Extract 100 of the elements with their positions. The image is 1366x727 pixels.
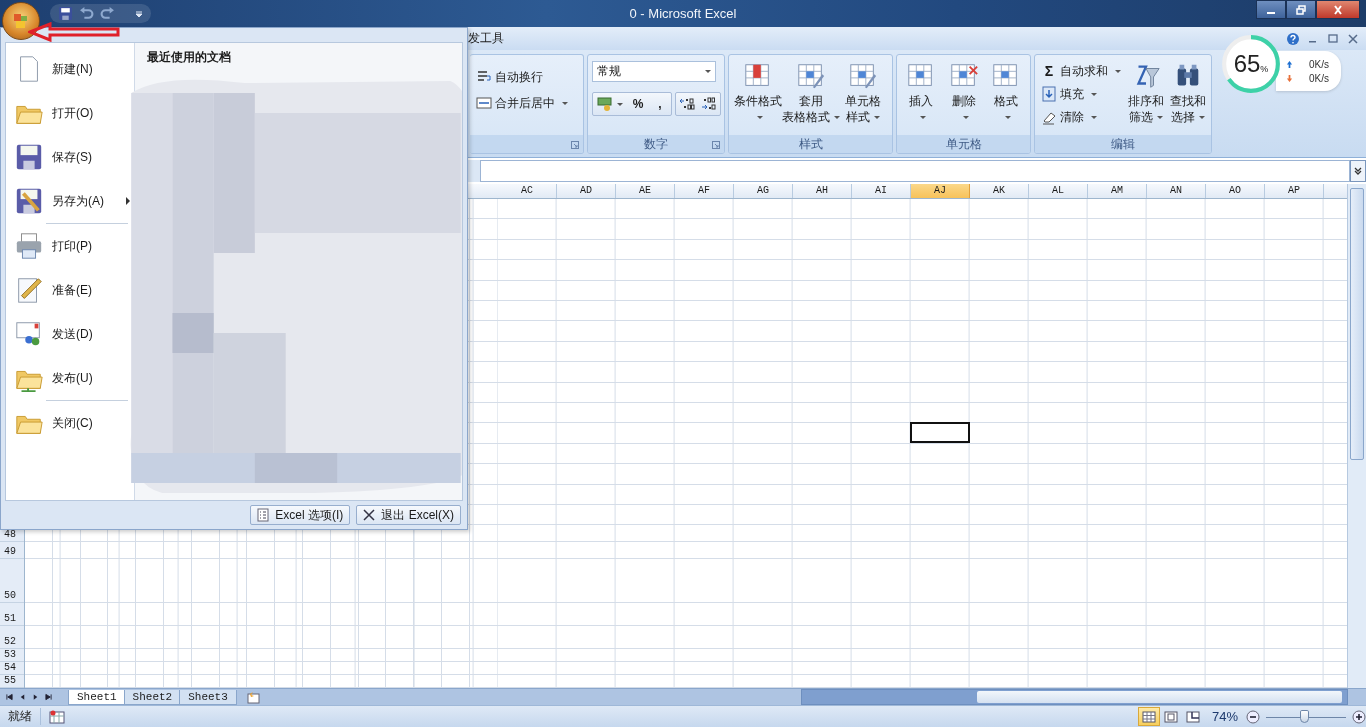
insert-sheet-icon[interactable]	[244, 690, 261, 704]
customize-caret-icon[interactable]	[135, 9, 143, 18]
horizontal-scrollbar[interactable]	[800, 689, 1348, 705]
redo-icon	[100, 6, 115, 21]
ribbon-button[interactable]: 排序和 筛选	[1126, 61, 1165, 125]
row-header[interactable]: 48	[4, 529, 16, 542]
dialog-launcher-icon[interactable]	[571, 141, 579, 149]
next-sheet-icon[interactable]	[32, 693, 39, 701]
ribbon-button[interactable]: 单元格 样式	[838, 61, 888, 125]
upload-arrow-icon	[1286, 59, 1293, 69]
page-view-icon	[1141, 710, 1156, 723]
restore-icon	[1295, 4, 1307, 15]
row-header[interactable]: 54	[4, 662, 16, 675]
formula-field[interactable]	[480, 160, 1350, 182]
column-header[interactable]: AH	[792, 184, 852, 198]
column-header[interactable]: AI	[851, 184, 911, 198]
ribbon-button[interactable]: 填充	[1039, 84, 1123, 104]
list-icon	[257, 508, 270, 522]
ribbon-tab[interactable]: 发工具	[464, 28, 508, 49]
undo-icon	[79, 6, 94, 21]
column-header[interactable]: AK	[969, 184, 1029, 198]
group-label: 编辑	[1111, 135, 1135, 153]
ribbon-button[interactable]: 清除	[1039, 107, 1123, 127]
restore-button[interactable]	[1286, 0, 1316, 19]
row-header[interactable]: 55	[4, 675, 16, 688]
upload-speed: 0K/s	[1309, 58, 1329, 70]
row-header[interactable]: 51	[4, 613, 16, 626]
menu-item[interactable]: 发送(D)	[6, 312, 134, 356]
sheet-tab[interactable]: Sheet2	[123, 689, 182, 705]
help-icon[interactable]	[1286, 31, 1300, 46]
column-header[interactable]: AO	[1205, 184, 1265, 198]
column-header[interactable]: AC	[497, 184, 557, 198]
percent-unit: %	[1260, 64, 1269, 74]
row-header[interactable]: 53	[4, 649, 16, 662]
ribbon-button[interactable]: 自动换行	[474, 67, 570, 87]
dialog-launcher-icon[interactable]	[712, 141, 720, 149]
restore-icon[interactable]	[1326, 31, 1340, 46]
close-icon	[1332, 4, 1344, 15]
column-header[interactable]: AM	[1087, 184, 1147, 198]
double-chevron-icon	[1353, 166, 1363, 176]
x-icon	[363, 508, 376, 522]
vertical-scrollbar[interactable]	[1347, 184, 1366, 688]
group-label: 样式	[798, 135, 823, 153]
zoom-slider[interactable]	[1266, 709, 1346, 724]
usage-percent: 65	[1233, 50, 1261, 78]
page-view-icon	[1163, 710, 1178, 723]
excel-options-button[interactable]: Excel 选项(I)	[250, 505, 351, 525]
last-sheet-icon[interactable]	[45, 693, 52, 701]
column-header[interactable]: AG	[733, 184, 793, 198]
ribbon-button[interactable]: 插入	[901, 61, 941, 125]
active-cell[interactable]	[909, 422, 970, 444]
zoom-in-icon[interactable]	[1352, 709, 1366, 724]
column-header[interactable]: AJ	[910, 184, 970, 198]
exit-button[interactable]: 退出 Excel(X)	[356, 505, 461, 525]
previous-sheet-icon[interactable]	[19, 693, 26, 701]
ribbon-button[interactable]: 条件格式	[733, 61, 783, 125]
save-icon[interactable]	[58, 6, 73, 21]
macro-record-icon[interactable]	[49, 709, 65, 724]
zoom-level[interactable]: 74%	[1211, 709, 1238, 724]
group-label: 单元格	[945, 135, 982, 153]
first-sheet-icon[interactable]	[6, 693, 13, 701]
zoom-out-icon[interactable]	[1246, 709, 1260, 724]
ribbon-button[interactable]: 合并后居中	[474, 93, 570, 113]
row-header[interactable]: 49	[4, 546, 16, 559]
group-label: 数字	[644, 135, 668, 153]
sheet-tab[interactable]: Sheet1	[68, 689, 126, 705]
menu-item[interactable]: 新建(N)	[6, 47, 134, 91]
column-header[interactable]: AE	[615, 184, 675, 198]
money-icon	[597, 96, 613, 112]
ribbon-button[interactable]: 删除	[943, 61, 984, 125]
column-header[interactable]: AN	[1146, 184, 1206, 198]
increase-decimal-icon	[679, 96, 695, 112]
view-button[interactable]	[1137, 707, 1160, 726]
row-header[interactable]: 52	[4, 636, 16, 649]
merge-cells-icon	[476, 95, 492, 111]
minimize-icon	[1267, 11, 1275, 14]
sheet-tab[interactable]: Sheet3	[179, 689, 237, 705]
column-header[interactable]: AF	[674, 184, 734, 198]
fill-down-icon	[1041, 86, 1057, 102]
minimize-button[interactable]	[1256, 0, 1286, 19]
close-icon[interactable]	[1346, 31, 1360, 46]
download-arrow-icon	[1286, 73, 1293, 83]
ribbon-button[interactable]: Σ 自动求和	[1039, 61, 1123, 81]
row-header[interactable]: 50	[4, 590, 16, 603]
expand-button[interactable]	[1350, 160, 1366, 182]
zoom-slider-thumb[interactable]	[1299, 709, 1309, 723]
page-view-icon	[1185, 710, 1200, 723]
close-button[interactable]	[1316, 0, 1360, 19]
download-speed: 0K/s	[1309, 72, 1329, 84]
format-button[interactable]: ,	[649, 93, 671, 115]
table-icon	[795, 61, 826, 91]
ribbon-button[interactable]: 格式	[986, 61, 1026, 125]
column-header[interactable]: AD	[556, 184, 616, 198]
column-header[interactable]: AP	[1264, 184, 1324, 198]
printer-icon	[14, 231, 44, 261]
column-header[interactable]: AL	[1028, 184, 1088, 198]
ribbon-button[interactable]: 查找和 选择	[1168, 61, 1207, 125]
number-format-dropdown[interactable]: 常规	[592, 61, 716, 82]
format-button[interactable]: %	[627, 93, 649, 115]
floppy-pencil-icon	[14, 186, 44, 216]
